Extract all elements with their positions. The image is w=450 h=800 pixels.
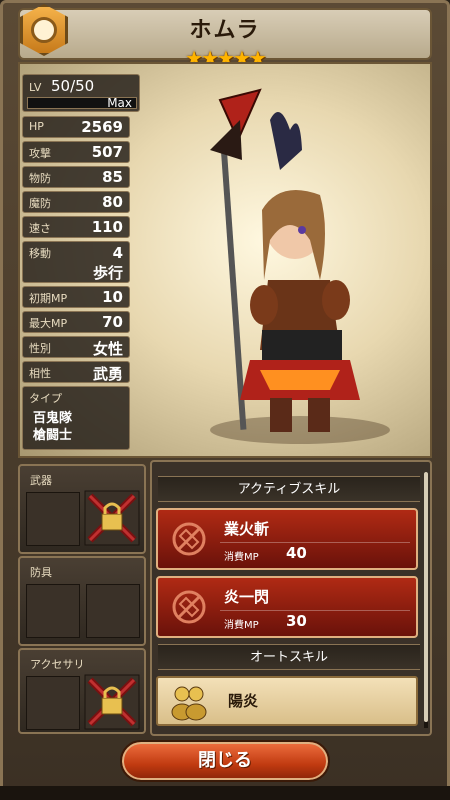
type-value-2: 槍闘士 — [33, 428, 73, 443]
stat-max-mp: 最大MP 70 — [22, 311, 130, 333]
stat-panel: LV 50/50 Max HP 2569 攻撃 507 物防 85 魔防 80 … — [22, 74, 140, 450]
divider — [220, 542, 410, 543]
skill-panel: アクティブスキル 業火斬 消費MP 40 炎一閃 消費MP 30 オートスキル … — [150, 460, 432, 736]
stat-hp: HP 2569 — [22, 116, 130, 138]
stat-name: 物防 — [29, 172, 51, 185]
divider — [220, 610, 410, 611]
armor-slot-1[interactable] — [26, 584, 80, 638]
weapon-label: 武器 — [30, 474, 52, 487]
armor-box: 防具 — [18, 556, 146, 646]
stat-value-move-type: 歩行 — [92, 264, 123, 282]
auto-skill-header: オートスキル — [158, 644, 420, 670]
stat-gender: 性別 女性 — [22, 336, 130, 358]
mp-label: 消費MP — [224, 620, 259, 631]
stat-affinity: 相性 武勇 — [22, 361, 130, 383]
lv-label: LV — [29, 81, 42, 94]
stat-value: 70 — [102, 313, 123, 331]
stat-move: 移動 4 歩行 — [22, 241, 130, 283]
stat-phys-def: 物防 85 — [22, 166, 130, 188]
accessory-box: アクセサリ — [18, 648, 146, 734]
locked-slot-icon[interactable] — [84, 490, 140, 546]
scrollbar-thumb[interactable] — [424, 472, 428, 722]
stat-value: 80 — [102, 193, 123, 211]
lv-value: 50/50 — [51, 77, 95, 95]
mp-value: 40 — [286, 544, 307, 562]
coin-bag-icon — [171, 686, 207, 721]
mp-label: 消費MP — [224, 552, 259, 563]
active-skill-card[interactable]: 炎一閃 消費MP 30 — [156, 576, 418, 638]
equipment-column: 武器 防具 アクセサリ — [18, 460, 146, 734]
mp-value: 30 — [286, 612, 307, 630]
stat-name: 魔防 — [29, 197, 51, 210]
stat-value: 武勇 — [92, 365, 123, 383]
stat-name: 性別 — [29, 342, 51, 355]
active-skill-header: アクティブスキル — [158, 476, 420, 502]
skill-name: 炎一閃 — [224, 588, 270, 606]
armor-slot-2[interactable] — [86, 584, 140, 638]
stat-value: 110 — [91, 218, 123, 236]
stat-name: 相性 — [29, 367, 51, 380]
stat-name: 初期MP — [29, 292, 68, 305]
stat-name: 最大MP — [29, 317, 68, 330]
close-button[interactable]: 閉じる — [120, 740, 330, 782]
exp-bar: Max — [27, 96, 137, 110]
accessory-slot[interactable] — [26, 676, 80, 730]
locked-slot-icon[interactable] — [84, 674, 140, 730]
weapon-box: 武器 — [18, 464, 146, 554]
skill-disabled-icon — [172, 590, 206, 624]
skill-disabled-icon — [172, 522, 206, 556]
auto-skill-name: 陽炎 — [228, 692, 259, 710]
stat-value: 507 — [91, 143, 123, 161]
stat-init-mp: 初期MP 10 — [22, 286, 130, 308]
type-label: タイプ — [29, 392, 62, 405]
level-box: LV 50/50 Max — [22, 74, 140, 112]
accessory-label: アクセサリ — [30, 658, 85, 671]
auto-skill-card[interactable]: 陽炎 — [156, 676, 418, 726]
max-label: Max — [107, 96, 132, 110]
skill-name: 業火斬 — [224, 520, 270, 538]
stat-name: HP — [29, 120, 44, 133]
stat-value: 4 — [112, 244, 123, 262]
stat-name: 攻撃 — [29, 147, 51, 160]
stat-value: 10 — [102, 288, 123, 306]
stat-value: 2569 — [81, 118, 123, 136]
armor-label: 防具 — [30, 566, 52, 579]
character-figure — [210, 88, 390, 444]
bottom-strip — [0, 786, 450, 800]
stat-name: 速さ — [29, 222, 51, 235]
stat-speed: 速さ 110 — [22, 216, 130, 238]
stat-attack: 攻撃 507 — [22, 141, 130, 163]
stat-value: 女性 — [92, 340, 123, 358]
stat-value: 85 — [102, 168, 123, 186]
character-name: ホムラ — [189, 18, 261, 43]
active-skill-card[interactable]: 業火斬 消費MP 40 — [156, 508, 418, 570]
type-box: タイプ 百鬼隊 槍闘士 — [22, 386, 130, 450]
stat-mag-def: 魔防 80 — [22, 191, 130, 213]
stat-name: 移動 — [29, 247, 51, 260]
weapon-slot[interactable] — [26, 492, 80, 546]
scrollbar[interactable] — [424, 472, 428, 728]
